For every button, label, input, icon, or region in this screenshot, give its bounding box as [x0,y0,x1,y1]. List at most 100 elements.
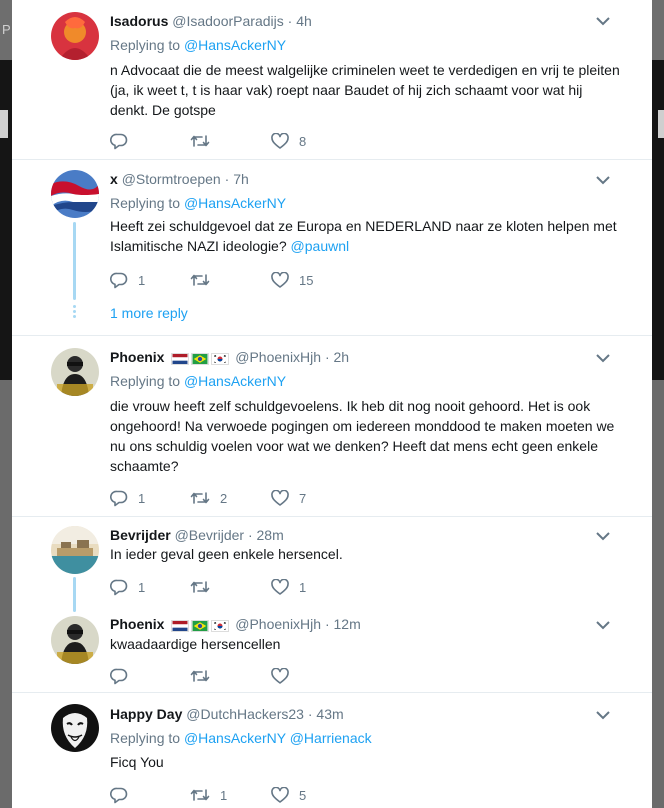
background-bar-right [658,110,664,138]
avatar[interactable] [51,704,99,752]
timestamp[interactable]: 7h [233,171,249,187]
reply-count: 1 [138,579,146,595]
reply-icon [110,490,128,506]
south-korea-flag-icon [211,353,230,366]
retweet-icon [190,581,210,593]
timestamp[interactable]: 28m [257,527,284,543]
timestamp[interactable]: 12m [334,616,361,632]
mention-link[interactable]: @Harrienack [290,730,372,746]
display-name[interactable]: Isadorus [110,13,168,29]
tweet-actions: 1 5 [110,785,410,805]
tweet-header: x @Stormtroepen · 7h [110,171,249,187]
tweet-text-body: Heeft zei schuldgevoel dat ze Europa en … [110,218,617,254]
like-button[interactable]: 7 [271,488,306,508]
timestamp[interactable]: 2h [334,349,350,365]
tweet-text: n Advocaat die de meest walgelijke crimi… [110,62,620,118]
mention-link[interactable]: @HansAckerNY [184,730,286,746]
like-button[interactable]: 15 [271,270,313,290]
tweet-actions: 1 2 7 [110,488,410,508]
user-handle[interactable]: @Stormtroepen [122,171,221,187]
display-name[interactable]: Phoenix [110,616,164,632]
display-name[interactable]: Phoenix [110,349,164,365]
replying-to-label: Replying to [110,195,181,211]
retweet-count: 1 [220,787,228,803]
retweet-button[interactable] [190,666,220,686]
display-name[interactable]: x [110,171,118,187]
timestamp[interactable]: 43m [316,706,343,722]
retweet-icon [190,789,210,801]
chevron-down-icon[interactable] [596,710,610,720]
reply-button[interactable]: 1 [110,488,145,508]
like-button[interactable]: 1 [271,577,306,597]
avatar[interactable] [51,170,99,218]
retweet-button[interactable]: 2 [190,488,227,508]
tweet-actions [110,666,410,686]
name-flags [171,617,231,633]
retweet-count: 2 [220,490,228,506]
timestamp[interactable]: 4h [296,13,312,29]
like-button[interactable] [271,666,299,686]
chevron-down-icon[interactable] [596,620,610,630]
retweet-button[interactable] [190,270,220,290]
retweet-button[interactable]: 1 [190,785,227,805]
thread-line [73,577,76,612]
tweet-divider [12,692,652,693]
reply-button[interactable] [110,785,138,805]
tweet-header: Isadorus @IsadoorParadijs · 4h [110,13,312,29]
reply-button[interactable]: 1 [110,577,145,597]
chevron-down-icon[interactable] [596,353,610,363]
thread-ellipsis-icon [73,305,76,320]
chevron-down-icon[interactable] [596,16,610,26]
south-korea-flag-icon [211,620,230,633]
heart-icon [271,579,289,595]
name-flags [171,350,231,366]
like-count: 5 [299,787,307,803]
user-handle[interactable]: @PhoenixHjh [235,349,321,365]
user-handle[interactable]: @PhoenixHjh [235,616,321,632]
tweet-header: Phoenix @PhoenixHjh · 2h [110,349,349,366]
retweet-icon [190,274,210,286]
chevron-down-icon[interactable] [596,531,610,541]
more-replies-link[interactable]: 1 more reply [110,305,188,321]
display-name[interactable]: Bevrijder [110,527,171,543]
retweet-button[interactable] [190,577,220,597]
user-handle[interactable]: @Bevrijder [175,527,244,543]
replying-to-label: Replying to [110,37,181,53]
reply-icon [110,668,128,684]
avatar[interactable] [51,348,99,396]
separator-dot: · [224,171,230,187]
chevron-down-icon[interactable] [596,175,610,185]
separator-dot: · [307,706,313,722]
retweet-button[interactable] [190,131,220,151]
like-count: 1 [299,579,307,595]
tweet-header: Bevrijder @Bevrijder · 28m [110,527,284,543]
separator-dot: · [324,349,330,365]
tweet-text: In ieder geval geen enkele hersencel. [110,546,343,562]
user-handle[interactable]: @DutchHackers23 [186,706,304,722]
background-bar-left [0,110,8,138]
like-button[interactable]: 8 [271,131,306,151]
mention-link[interactable]: @HansAckerNY [184,373,286,389]
avatar[interactable] [51,12,99,60]
tweet-text: die vrouw heeft zelf schuldgevoelens. Ik… [110,398,615,474]
like-button[interactable]: 5 [271,785,306,805]
avatar[interactable] [51,526,99,574]
replying-to-line: Replying to @HansAckerNY [110,37,286,53]
retweet-icon [190,492,210,504]
separator-dot: · [324,616,330,632]
reply-button[interactable] [110,131,138,151]
reply-button[interactable]: 1 [110,270,145,290]
separator-dot: · [287,13,293,29]
user-handle[interactable]: @IsadoorParadijs [172,13,284,29]
heart-icon [271,272,289,288]
tweet-divider [12,335,652,336]
mention-link[interactable]: @pauwnl [291,238,350,254]
reply-button[interactable] [110,666,138,686]
tweet-header: Happy Day @DutchHackers23 · 43m [110,706,344,722]
avatar[interactable] [51,616,99,664]
mention-link[interactable]: @HansAckerNY [184,195,286,211]
tweet-text: kwaadaardige hersencellen [110,636,281,652]
reply-icon [110,787,128,803]
display-name[interactable]: Happy Day [110,706,182,722]
mention-link[interactable]: @HansAckerNY [184,37,286,53]
